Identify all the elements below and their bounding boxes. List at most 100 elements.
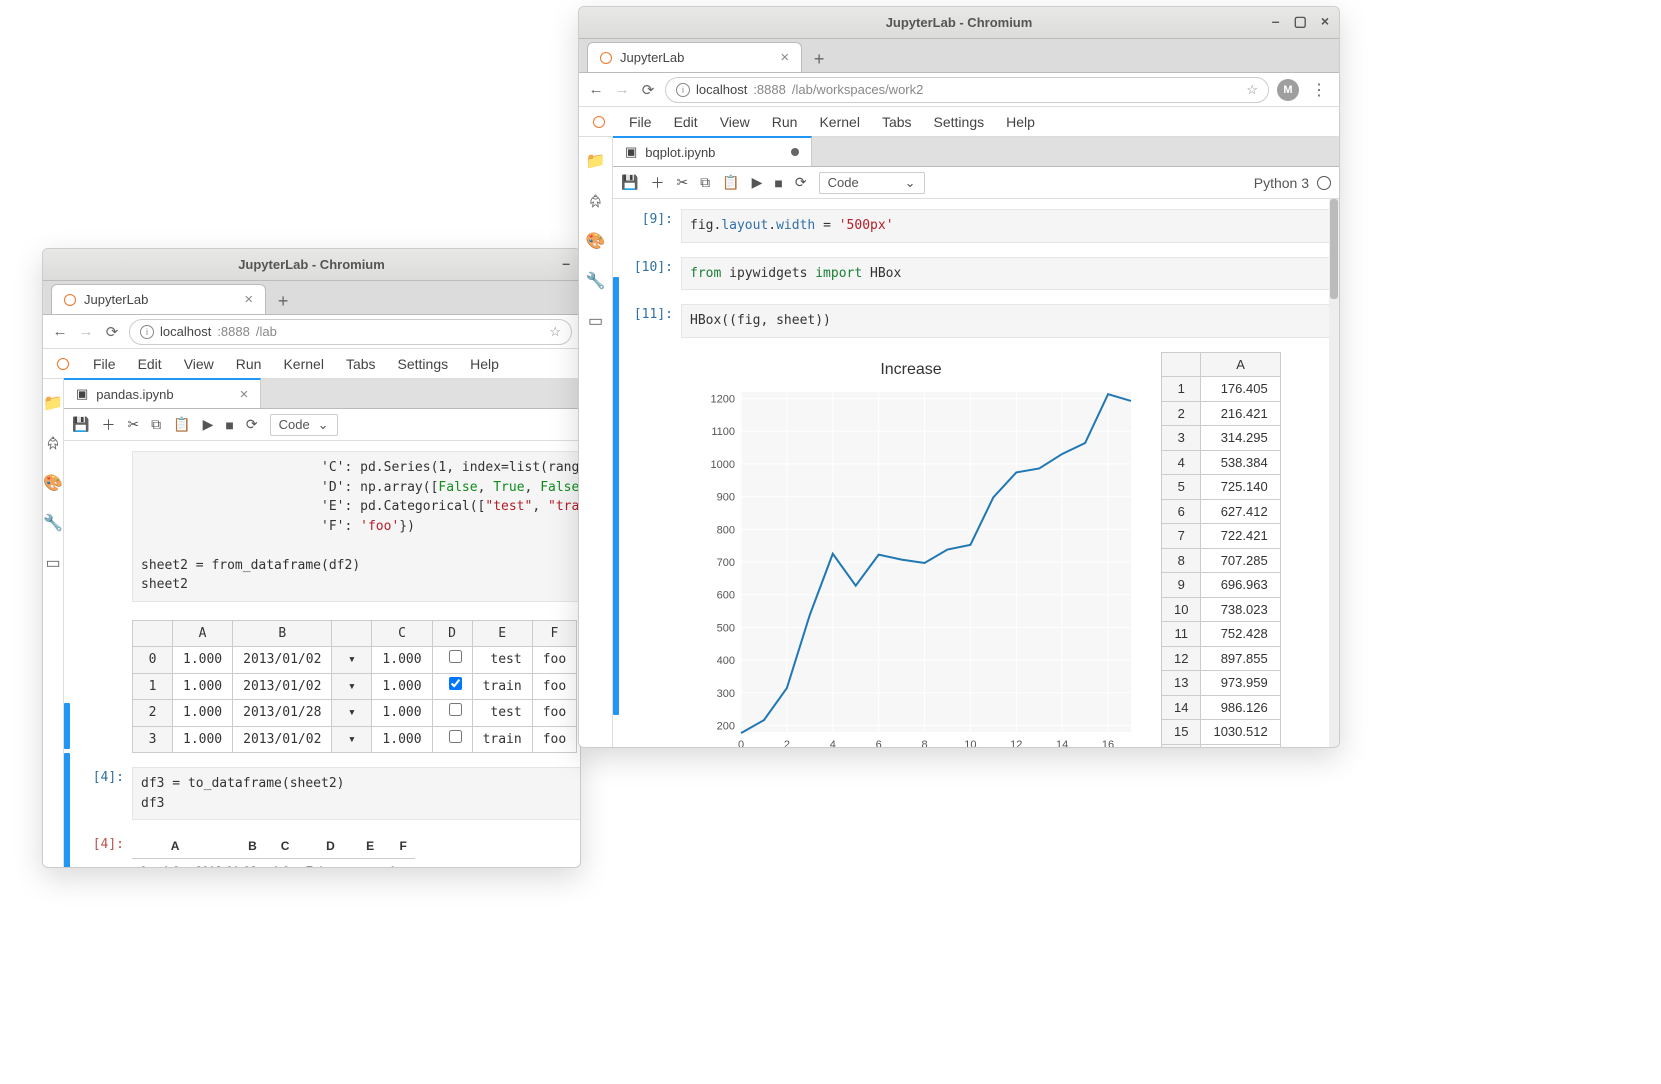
prompt-in: [4]: [72, 767, 132, 820]
prompt-blank [72, 451, 132, 602]
site-info-icon[interactable]: i [140, 325, 154, 339]
stop-icon[interactable]: ■ [225, 417, 233, 433]
save-icon[interactable]: 💾 [72, 416, 89, 433]
paste-icon[interactable]: 📋 [722, 174, 739, 191]
palette-icon[interactable]: 🎨 [43, 473, 63, 493]
insert-icon[interactable]: ＋ [101, 415, 115, 435]
copy-icon[interactable]: ⧉ [151, 416, 161, 433]
browser-tab[interactable]: JupyterLab × [587, 42, 802, 72]
scrollbar-vertical[interactable] [1329, 199, 1339, 747]
tabs-icon[interactable]: ▭ [43, 553, 63, 573]
notebook-content[interactable]: 'C': pd.Series(1, index=list(range(4)), … [64, 441, 581, 867]
wrench-icon[interactable]: 🔧 [586, 271, 606, 291]
reload-icon[interactable]: ⟳ [103, 323, 121, 341]
prompt-in: [10]: [621, 257, 681, 291]
notebook-content[interactable]: [9]: fig.layout.width = '500px' [10]: fr… [613, 199, 1339, 747]
menu-file[interactable]: File [83, 352, 126, 376]
close-icon[interactable]: × [780, 49, 789, 66]
paste-icon[interactable]: 📋 [173, 416, 190, 433]
spreadsheet-sheet2[interactable]: ABCDEF01.0002013/01/02▾1.000testfoo11.00… [132, 620, 577, 754]
notebook-tab[interactable]: ▣ bqplot.ipynb [613, 136, 812, 166]
notebook-tab[interactable]: ▣ pandas.ipynb × [64, 378, 261, 408]
svg-text:12: 12 [1010, 739, 1022, 748]
menu-settings[interactable]: Settings [924, 110, 995, 134]
menu-help[interactable]: Help [460, 352, 509, 376]
jupyter-logo[interactable] [587, 116, 611, 128]
tabs-icon[interactable]: ▭ [586, 311, 606, 331]
menu-help[interactable]: Help [996, 110, 1045, 134]
code-body[interactable]: from ipywidgets import HBox [681, 257, 1331, 291]
cut-icon[interactable]: ✂ [127, 416, 139, 433]
back-icon[interactable]: ← [587, 81, 605, 98]
jupyterlab-app: File Edit View Run Kernel Tabs Settings … [43, 349, 580, 867]
menu-tabs[interactable]: Tabs [336, 352, 386, 376]
wrench-icon[interactable]: 🔧 [43, 513, 63, 533]
reload-icon[interactable]: ⟳ [639, 81, 657, 99]
run-icon[interactable]: ▶ [752, 174, 763, 191]
chevron-down-icon: ⌄ [318, 417, 329, 433]
menu-edit[interactable]: Edit [128, 352, 172, 376]
restart-icon[interactable]: ⟳ [246, 416, 258, 433]
celltype-select[interactable]: Code⌄ [270, 414, 338, 436]
window-title: JupyterLab - Chromium [238, 257, 385, 272]
notebook-icon: ▣ [625, 144, 637, 160]
cut-icon[interactable]: ✂ [676, 174, 688, 191]
menu-run[interactable]: Run [226, 352, 272, 376]
minimize-icon[interactable]: – [1272, 13, 1280, 30]
profile-avatar[interactable]: M [1277, 79, 1299, 101]
menu-view[interactable]: View [710, 110, 760, 134]
kernel-label: Python 3 [1254, 175, 1309, 191]
code-cell: [9]: fig.layout.width = '500px' [613, 205, 1339, 247]
address-bar[interactable]: i localhost:8888/lab ☆ [129, 319, 572, 345]
code-body[interactable]: fig.layout.width = '500px' [681, 209, 1331, 243]
menu-run[interactable]: Run [762, 110, 808, 134]
close-icon[interactable]: × [240, 386, 249, 403]
forward-icon[interactable]: → [77, 323, 95, 340]
increase-chart[interactable]: Increase20030040050060070080090010001100… [681, 352, 1141, 748]
code-body[interactable]: 'C': pd.Series(1, index=list(range(4)), … [132, 451, 581, 602]
new-tab-button[interactable]: + [270, 288, 296, 314]
minimize-icon[interactable]: – [562, 255, 570, 271]
code-body[interactable]: HBox((fig, sheet)) [681, 304, 1331, 338]
notebook-toolbar: 💾 ＋ ✂ ⧉ 📋 ▶ ■ ⟳ Code⌄ Python 3 [613, 167, 1339, 199]
notebook-title: pandas.ipynb [96, 387, 173, 402]
star-icon[interactable]: ☆ [1246, 82, 1258, 98]
output-cell: ABCDEF01.0002013/01/02▾1.000testfoo11.00… [64, 612, 581, 758]
menu-file[interactable]: File [619, 110, 662, 134]
celltype-select[interactable]: Code⌄ [819, 172, 925, 194]
menu-view[interactable]: View [174, 352, 224, 376]
forward-icon[interactable]: → [613, 81, 631, 98]
site-info-icon[interactable]: i [676, 83, 690, 97]
star-icon[interactable]: ☆ [549, 324, 561, 340]
insert-icon[interactable]: ＋ [650, 173, 664, 193]
menu-edit[interactable]: Edit [664, 110, 708, 134]
spreadsheet-a[interactable]: A1176.4052216.4213314.2954538.3845725.14… [1161, 352, 1281, 748]
running-icon[interactable]: 𖣳 [586, 191, 606, 211]
folder-icon[interactable]: 📁 [43, 393, 63, 413]
copy-icon[interactable]: ⧉ [700, 174, 710, 191]
folder-icon[interactable]: 📁 [586, 151, 606, 171]
menu-settings[interactable]: Settings [388, 352, 459, 376]
stop-icon[interactable]: ■ [774, 175, 782, 191]
back-icon[interactable]: ← [51, 323, 69, 340]
save-icon[interactable]: 💾 [621, 174, 638, 191]
menu-dots-icon[interactable]: ⋮ [1307, 80, 1331, 100]
run-icon[interactable]: ▶ [203, 416, 214, 433]
jupyter-logo[interactable] [51, 358, 75, 370]
running-icon[interactable]: 𖣳 [43, 433, 63, 453]
menu-tabs[interactable]: Tabs [872, 110, 922, 134]
palette-icon[interactable]: 🎨 [586, 231, 606, 251]
new-tab-button[interactable]: + [806, 46, 832, 72]
menu-kernel[interactable]: Kernel [809, 110, 869, 134]
close-icon[interactable]: × [1321, 13, 1329, 30]
menu-bar: File Edit View Run Kernel Tabs Settings … [43, 349, 580, 379]
address-row: ← → ⟳ i localhost:8888/lab/workspaces/wo… [579, 73, 1339, 107]
menu-kernel[interactable]: Kernel [273, 352, 333, 376]
browser-tab[interactable]: JupyterLab × [51, 284, 266, 314]
address-bar[interactable]: i localhost:8888/lab/workspaces/work2 ☆ [665, 77, 1269, 103]
code-body[interactable]: df3 = to_dataframe(sheet2) df3 [132, 767, 581, 820]
close-icon[interactable]: × [244, 291, 253, 308]
prompt-in: [11]: [621, 304, 681, 338]
maximize-icon[interactable]: ▢ [1294, 13, 1307, 30]
restart-icon[interactable]: ⟳ [795, 174, 807, 191]
